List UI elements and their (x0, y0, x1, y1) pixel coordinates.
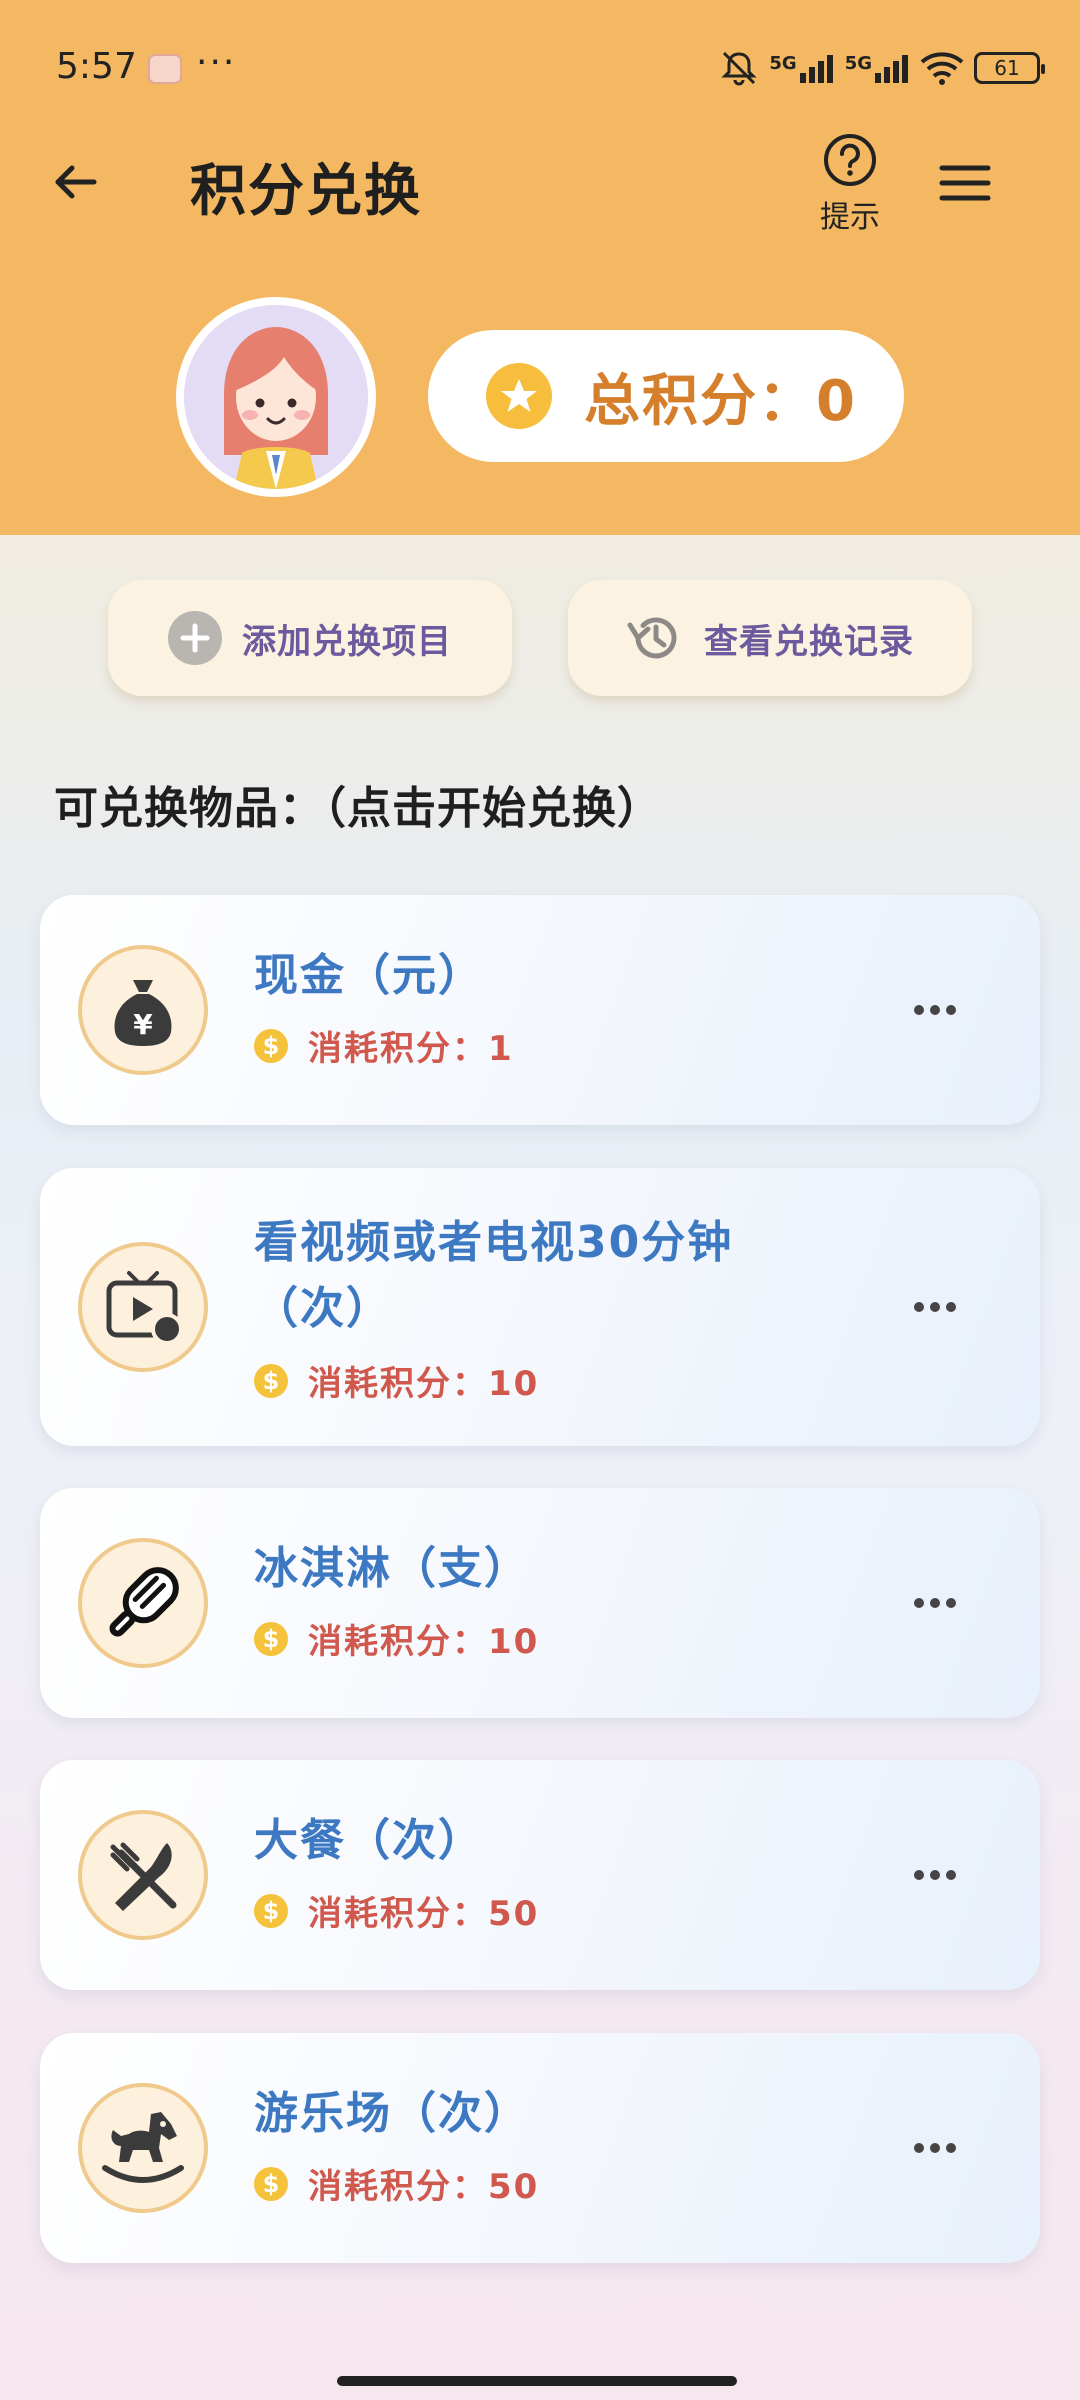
plus-circle-icon (168, 611, 222, 665)
item-name-line2: （次） (254, 1283, 392, 1334)
more-options-button[interactable] (900, 1850, 970, 1900)
item-cost: $ 消耗积分：10 (254, 1614, 539, 1663)
coin-icon: $ (254, 1893, 288, 1928)
section-title: 可兑换物品：（点击开始兑换） (54, 783, 662, 834)
more-options-button[interactable] (900, 985, 970, 1035)
signal-2-icon: 5G (845, 53, 910, 83)
hint-button[interactable]: 提示 (810, 132, 890, 242)
item-name: 游乐场（次） (254, 2088, 530, 2139)
hint-label: 提示 (820, 200, 880, 235)
exchange-item-card[interactable]: 看视频或者电视30分钟 （次） $ 消耗积分：10 (40, 1168, 1040, 1446)
item-name: 现金（元） (254, 950, 484, 1001)
add-exchange-item-label: 添加兑换项目 (242, 621, 452, 662)
coin-icon: $ (254, 1028, 288, 1063)
view-history-label: 查看兑换记录 (704, 621, 914, 662)
battery-icon: 61 (974, 52, 1045, 84)
menu-button[interactable] (932, 150, 998, 216)
more-options-button[interactable] (900, 1578, 970, 1628)
arrow-left-icon (55, 165, 97, 199)
item-cost: $ 消耗积分：1 (254, 1021, 514, 1070)
item-cost-text: 消耗积分：50 (308, 1894, 540, 1934)
home-indicator[interactable] (337, 2376, 737, 2386)
more-options-button[interactable] (900, 1282, 970, 1332)
exchange-item-card[interactable]: 游乐场（次） $ 消耗积分：50 (40, 2033, 1040, 2263)
item-name: 冰淇淋（支） (254, 1543, 530, 1594)
page-title: 积分兑换 (190, 159, 422, 224)
svg-text:¥: ¥ (133, 1008, 153, 1041)
item-name-line1: 看视频或者电视30分钟 (254, 1217, 734, 1268)
avatar[interactable] (176, 297, 376, 497)
item-cost-text: 消耗积分：10 (308, 1364, 540, 1404)
battery-level: 61 (994, 56, 1020, 80)
money-bag-icon: ¥ (78, 945, 208, 1075)
history-clock-icon (627, 617, 677, 659)
total-points-text: 总积分：0 (584, 368, 857, 434)
coin-icon: $ (254, 1363, 288, 1398)
item-cost-text: 消耗积分：50 (308, 2167, 540, 2207)
coin-icon: $ (254, 2166, 288, 2201)
add-exchange-item-button[interactable]: 添加兑换项目 (108, 580, 512, 696)
more-notifications-icon: ··· (196, 42, 237, 83)
view-history-button[interactable]: 查看兑换记录 (568, 580, 972, 696)
hamburger-menu-icon (939, 165, 991, 201)
more-options-button[interactable] (900, 2123, 970, 2173)
star-icon (486, 363, 552, 429)
total-points-badge: 总积分：0 (428, 330, 904, 462)
rocking-horse-icon (78, 2083, 208, 2213)
item-cost: $ 消耗积分：50 (254, 2159, 539, 2208)
tv-icon (78, 1242, 208, 1372)
wifi-icon (920, 52, 964, 85)
item-cost: $ 消耗积分：10 (254, 1356, 539, 1405)
exchange-item-card[interactable]: 冰淇淋（支） $ 消耗积分：10 (40, 1488, 1040, 1718)
item-name: 大餐（次） (254, 1815, 484, 1866)
girl-avatar-icon (184, 305, 368, 489)
status-icons: 5G 5G 61 (719, 46, 1045, 90)
mute-bell-icon (721, 51, 757, 86)
back-button[interactable] (44, 150, 108, 214)
item-cost-text: 消耗积分：1 (308, 1029, 514, 1069)
exchange-item-card[interactable]: 大餐（次） $ 消耗积分：50 (40, 1760, 1040, 1990)
popsicle-icon (78, 1538, 208, 1668)
item-cost: $ 消耗积分：50 (254, 1886, 539, 1935)
item-cost-text: 消耗积分：10 (308, 1622, 540, 1662)
help-circle-icon (824, 134, 876, 186)
header: 5:57 ··· 5G 5G 61 积分兑换 提示 总积分：0 (0, 0, 1080, 535)
exchange-item-card[interactable]: ¥ 现金（元） $ 消耗积分：1 (40, 895, 1040, 1125)
status-bar: 5:57 ··· 5G 5G 61 (0, 0, 1080, 120)
fork-knife-icon (78, 1810, 208, 1940)
status-time: 5:57 (56, 46, 137, 87)
signal-1-icon: 5G (769, 53, 834, 83)
item-name: 看视频或者电视30分钟 （次） (254, 1210, 733, 1342)
coin-icon: $ (254, 1621, 288, 1656)
app-notification-icon (148, 54, 182, 84)
